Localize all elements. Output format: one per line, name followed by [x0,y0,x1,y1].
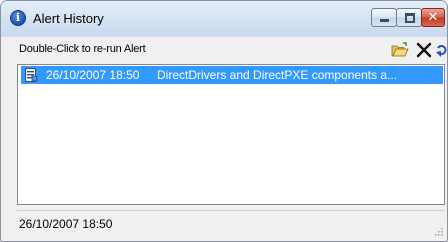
status-bar: 26/10/2007 18:50 [17,210,445,238]
title-bar[interactable]: i Alert History ✕ [1,1,447,37]
minimize-icon [380,19,389,22]
window-title: Alert History [33,11,104,26]
close-button[interactable]: ✕ [421,8,445,27]
maximize-icon [405,13,415,23]
list-item[interactable]: 26/10/2007 18:50 DirectDrivers and Direc… [21,66,443,84]
alert-history-window: i Alert History ✕ Double-Click to re-run… [0,0,448,242]
info-icon: i [10,10,26,26]
open-folder-icon[interactable] [391,41,409,59]
maximize-button[interactable] [396,8,422,27]
alert-list[interactable]: 26/10/2007 18:50 DirectDrivers and Direc… [17,64,445,205]
status-text: 26/10/2007 18:50 [19,217,113,231]
rerun-icon[interactable] [433,41,448,59]
document-icon [25,68,38,82]
toolbar-hint: Double-Click to re-run Alert [19,43,146,55]
resize-grip-icon[interactable] [433,226,443,236]
delete-icon[interactable] [415,41,433,59]
minimize-button[interactable] [371,8,397,27]
close-icon: ✕ [427,10,439,25]
alert-description: DirectDrivers and DirectPXE components a… [157,68,398,82]
alert-date: 26/10/2007 18:50 [46,68,140,82]
